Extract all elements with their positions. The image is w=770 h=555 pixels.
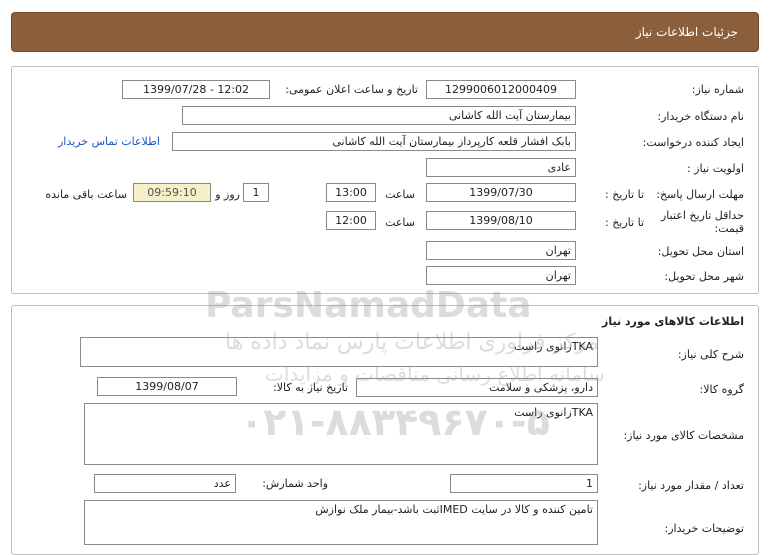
page-title: جزئیات اطلاعات نیاز [635, 25, 738, 39]
priority-field: عادی [426, 158, 576, 177]
days-remaining-field: 1 [243, 183, 269, 202]
goods-group-field: دارو، پزشکی و سلامت [356, 378, 598, 397]
province-field: تهران [426, 241, 576, 260]
validity-time-field: 12:00 [326, 211, 376, 230]
creator-label: ایجاد کننده درخواست: [642, 136, 744, 149]
deadline-label: مهلت ارسال پاسخ: [656, 188, 744, 201]
creator-field: بابک افشار قلعه کارپرداز بیمارستان آیت ا… [172, 132, 576, 151]
validity-label: حداقل تاریخ اعتبار قیمت: [660, 209, 744, 235]
unit-field: عدد [94, 474, 236, 493]
goods-group-label: گروه کالا: [699, 383, 744, 396]
buyer-org-field: بیمارستان آیت الله کاشانی [182, 106, 576, 125]
deadline-date-field: 1399/07/30 [426, 183, 576, 202]
remaining-time-field: 09:59:10 [133, 183, 211, 202]
need-date-field: 1399/08/07 [97, 377, 237, 396]
days-label: روز و [215, 188, 240, 201]
province-label: استان محل تحویل: [657, 245, 744, 258]
qty-label: تعداد / مقدار مورد نیاز: [638, 479, 744, 492]
deadline-time-field: 13:00 [326, 183, 376, 202]
validity-time-label: ساعت [385, 216, 415, 229]
spec-label: مشخصات کالای مورد نیاز: [623, 429, 744, 442]
unit-label: واحد شمارش: [262, 477, 328, 490]
validity-date-field: 1399/08/10 [426, 211, 576, 230]
qty-field: 1 [450, 474, 598, 493]
validity-to-date-label: تا تاریخ : [605, 216, 644, 229]
need-number-field: 1299006012000409 [426, 80, 576, 99]
need-date-label: تاریخ نیاز به کالا: [273, 381, 348, 394]
buyer-notes-field: تامین کننده و کالا در سایت IMEDثبت باشد-… [84, 500, 598, 545]
page-header: جزئیات اطلاعات نیاز [11, 12, 759, 52]
spec-field: TKAزانوی راست [84, 403, 598, 465]
announce-field: 1399/07/28 - 12:02 [122, 80, 270, 99]
summary-label: شرح کلی نیاز: [677, 348, 744, 361]
city-label: شهر محل تحویل: [664, 270, 744, 283]
announce-label: تاریخ و ساعت اعلان عمومی: [285, 83, 418, 96]
summary-field: TKAزانوی راست [80, 337, 598, 367]
need-info-panel [11, 66, 759, 294]
buyer-contact-link[interactable]: اطلاعات تماس خریدار [58, 135, 160, 148]
city-field: تهران [426, 266, 576, 285]
deadline-to-date-label: تا تاریخ : [605, 188, 644, 201]
buyer-org-label: نام دستگاه خریدار: [657, 110, 744, 123]
remaining-label: ساعت باقی مانده [45, 188, 127, 201]
deadline-time-label: ساعت [385, 188, 415, 201]
priority-label: اولویت نیاز : [686, 162, 744, 175]
need-number-label: شماره نیاز: [691, 83, 744, 96]
buyer-notes-label: توضیحات خریدار: [664, 522, 745, 535]
goods-section-title: اطلاعات کالاهای مورد نیاز [602, 315, 744, 328]
